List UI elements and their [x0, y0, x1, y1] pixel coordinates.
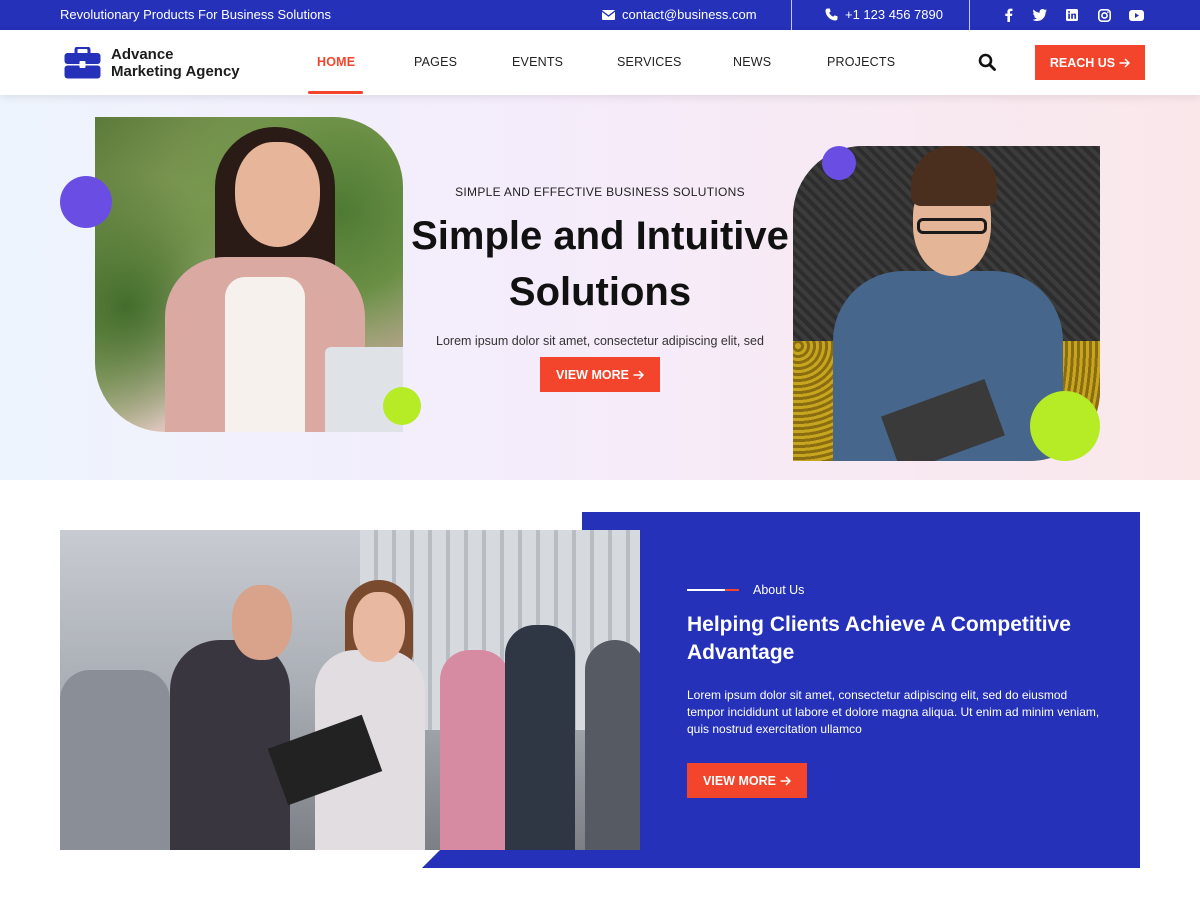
nav-item-home[interactable]: HOME	[317, 55, 355, 69]
hero-view-more-label: VIEW MORE	[556, 367, 629, 382]
about-kicker: About Us	[687, 583, 1107, 597]
youtube-icon[interactable]	[1128, 7, 1144, 23]
top-bar-divider	[969, 0, 970, 30]
photo-crowd-figure	[440, 650, 510, 850]
email-text: contact@business.com	[622, 7, 757, 22]
top-bar-tagline: Revolutionary Products For Business Solu…	[60, 7, 331, 22]
facebook-icon[interactable]	[1000, 7, 1016, 23]
arrow-right-icon	[633, 369, 644, 380]
about-view-more-label: VIEW MORE	[703, 773, 776, 788]
photo-figure-top	[225, 277, 305, 432]
hero-section: SIMPLE AND EFFECTIVE BUSINESS SOLUTIONS …	[0, 95, 1200, 480]
hero-view-more-button[interactable]: VIEW MORE	[540, 357, 660, 392]
decorative-purple-circle	[60, 176, 112, 228]
nav-active-indicator	[308, 91, 363, 94]
hero-description: Lorem ipsum dolor sit amet, consectetur …	[436, 334, 764, 348]
decorative-lime-circle	[1030, 391, 1100, 461]
nav-item-news[interactable]: NEWS	[733, 55, 771, 69]
decorative-lime-circle	[383, 387, 421, 425]
top-bar-email[interactable]: contact@business.com	[602, 7, 757, 22]
search-icon	[978, 53, 996, 71]
hero-title-line-1: Simple and Intuitive	[411, 214, 789, 258]
phone-text: +1 123 456 7890	[845, 7, 943, 22]
hero-text-block: SIMPLE AND EFFECTIVE BUSINESS SOLUTIONS …	[395, 185, 805, 392]
decorative-purple-circle	[822, 146, 856, 180]
photo-woman-head	[353, 592, 405, 662]
twitter-icon[interactable]	[1032, 7, 1048, 23]
about-photo-business-people	[60, 530, 640, 850]
arrow-right-icon	[780, 775, 791, 786]
logo-text: Advance Marketing Agency	[111, 46, 240, 80]
social-links	[1000, 7, 1144, 23]
envelope-icon	[602, 9, 615, 20]
about-title-line-1: Helping Clients Achieve A Competitive	[687, 613, 1071, 636]
photo-figure-glasses	[917, 218, 987, 234]
photo-crowd-figure	[505, 625, 575, 850]
top-bar: Revolutionary Products For Business Solu…	[0, 0, 1200, 30]
hero-title-line-2: Solutions	[508, 270, 692, 314]
photo-man-head	[232, 585, 292, 660]
phone-icon	[825, 8, 838, 21]
arrow-right-icon	[1119, 57, 1131, 68]
about-title: Helping Clients Achieve A Competitive Ad…	[687, 611, 1107, 667]
site-logo[interactable]: Advance Marketing Agency	[64, 46, 240, 80]
about-title-line-2: Advantage	[687, 641, 795, 664]
nav-item-events[interactable]: EVENTS	[512, 55, 563, 69]
instagram-icon[interactable]	[1096, 7, 1112, 23]
photo-crowd-figure	[60, 670, 170, 850]
linkedin-icon[interactable]	[1064, 7, 1080, 23]
photo-crowd-figure	[585, 640, 640, 850]
reach-us-label: REACH US	[1049, 55, 1116, 70]
reach-us-button[interactable]: REACH US	[1035, 45, 1145, 80]
about-kicker-label: About Us	[753, 583, 805, 597]
photo-figure-face	[235, 142, 320, 247]
photo-man-suit	[170, 640, 290, 850]
nav-item-projects[interactable]: PROJECTS	[827, 55, 895, 69]
hero-photo-woman-on-phone	[95, 117, 403, 432]
nav-item-services[interactable]: SERVICES	[617, 55, 682, 69]
kicker-line-decoration	[687, 589, 739, 591]
top-bar-phone[interactable]: +1 123 456 7890	[825, 7, 943, 22]
briefcase-icon	[64, 47, 101, 79]
top-bar-divider	[791, 0, 792, 30]
logo-line-1: Advance	[111, 46, 174, 63]
hero-subtitle: SIMPLE AND EFFECTIVE BUSINESS SOLUTIONS	[455, 185, 745, 199]
search-button[interactable]	[978, 53, 996, 71]
hero-title: Simple and Intuitive Solutions	[395, 208, 805, 320]
about-description: Lorem ipsum dolor sit amet, consectetur …	[687, 688, 1100, 736]
about-view-more-button[interactable]: VIEW MORE	[687, 763, 807, 798]
logo-line-2: Marketing Agency	[111, 63, 240, 80]
site-header: Advance Marketing Agency HOME PAGES EVEN…	[0, 30, 1200, 95]
about-text-block: About Us Helping Clients Achieve A Compe…	[687, 583, 1107, 798]
nav-item-pages[interactable]: PAGES	[414, 55, 457, 69]
